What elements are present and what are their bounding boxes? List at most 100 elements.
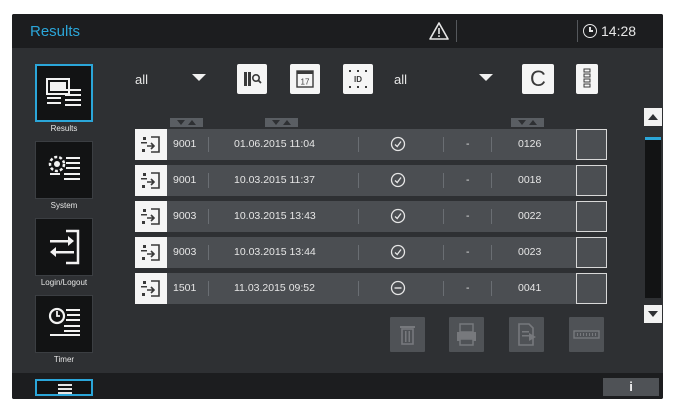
filter-all-label-2[interactable]: all	[394, 72, 407, 87]
column-divider	[358, 173, 359, 188]
menu-button[interactable]	[35, 379, 93, 396]
id-scan-icon: ID	[349, 70, 367, 88]
column-divider	[491, 209, 492, 224]
sort-asc-icon[interactable]	[188, 120, 196, 125]
delete-button[interactable]	[390, 317, 425, 352]
row-select-checkbox[interactable]	[576, 165, 607, 196]
system-button[interactable]	[35, 141, 93, 199]
clock-time: 14:28	[601, 23, 637, 39]
row-datetime: 10.03.2015 11:37	[234, 174, 315, 186]
bottom-bar: i	[12, 373, 663, 399]
results-button[interactable]	[35, 64, 93, 122]
login-logout-button[interactable]	[35, 218, 93, 276]
sidebar-item-results[interactable]: Results	[35, 64, 93, 133]
calendar-day: 17	[301, 78, 310, 87]
sidebar-item-label: System	[50, 201, 78, 210]
system-settings-icon	[48, 155, 80, 180]
svg-text:ID: ID	[354, 75, 362, 84]
table-row[interactable]: 9003 10.03.2015 13:44 - 0023	[135, 237, 607, 268]
table-row[interactable]: 1501 11.03.2015 09:52 - 0041	[135, 273, 607, 304]
barcode-button[interactable]	[569, 317, 604, 352]
column-divider	[491, 173, 492, 188]
sort-date-control[interactable]	[265, 118, 298, 127]
column-divider	[443, 137, 444, 152]
row-detail-icon[interactable]	[135, 237, 167, 268]
sidebar-item-system[interactable]: System	[35, 141, 93, 210]
timer-button[interactable]	[35, 295, 93, 353]
sample-search-icon	[244, 72, 262, 86]
row-datetime: 10.03.2015 13:43	[234, 210, 316, 222]
sort-asc-icon[interactable]	[283, 120, 291, 125]
row-dash: -	[466, 246, 470, 258]
row-number: 0018	[518, 174, 542, 186]
clear-filter-button[interactable]: C	[522, 64, 554, 94]
row-datetime: 10.03.2015 13:44	[234, 246, 316, 258]
chevron-down-icon[interactable]	[192, 74, 206, 81]
row-id: 9003	[173, 246, 197, 258]
column-divider	[491, 281, 492, 296]
chevron-down-icon[interactable]	[479, 74, 493, 81]
sort-asc-icon[interactable]	[529, 120, 537, 125]
row-detail-icon[interactable]	[135, 165, 167, 196]
clock-icon	[583, 24, 597, 38]
delete-icon	[400, 326, 415, 345]
table-row[interactable]: 9001 01.06.2015 11:04 - 0126	[135, 129, 607, 160]
row-select-checkbox[interactable]	[576, 129, 607, 160]
clock: 14:28	[583, 23, 636, 39]
timer-icon	[48, 307, 80, 336]
warning-triangle-icon[interactable]	[429, 22, 449, 40]
sidebar: Results System Login/Logout Timer	[12, 48, 116, 373]
sidebar-item-label: Timer	[53, 355, 75, 364]
row-dash: -	[466, 282, 470, 294]
row-detail-icon[interactable]	[135, 273, 167, 304]
row-detail-icon[interactable]	[135, 201, 167, 232]
sort-number-control[interactable]	[511, 118, 544, 127]
export-button[interactable]	[509, 317, 544, 352]
scrollbar-thumb[interactable]	[645, 137, 661, 140]
results-table: 9001 01.06.2015 11:04 - 0126 9001 10.03.2015 …	[135, 129, 607, 309]
status-ok-icon	[390, 136, 406, 152]
table-row[interactable]: 9003 10.03.2015 13:43 - 0022	[135, 201, 607, 232]
header-divider	[577, 20, 578, 42]
calendar-icon: 17	[296, 70, 314, 88]
row-select-checkbox[interactable]	[576, 201, 607, 232]
page-title: Results	[30, 23, 81, 40]
column-divider	[208, 173, 209, 188]
column-config-icon	[583, 68, 591, 88]
column-config-button[interactable]	[576, 64, 598, 94]
print-button[interactable]	[449, 317, 484, 352]
column-divider	[443, 281, 444, 296]
date-filter-button[interactable]: 17	[290, 64, 320, 94]
id-scan-button[interactable]: ID	[343, 64, 373, 94]
sidebar-item-timer[interactable]: Timer	[35, 295, 93, 364]
row-id: 9001	[173, 138, 197, 150]
sort-desc-icon[interactable]	[177, 120, 185, 125]
sort-desc-icon[interactable]	[518, 120, 526, 125]
sort-desc-icon[interactable]	[272, 120, 280, 125]
table-row[interactable]: 9001 10.03.2015 11:37 - 0018	[135, 165, 607, 196]
device-screen: Results 14:28 Results System Login/Logou…	[12, 14, 663, 399]
sidebar-item-label: Results	[50, 124, 78, 133]
scroll-up-button[interactable]	[644, 108, 662, 126]
row-select-checkbox[interactable]	[576, 273, 607, 304]
sort-id-control[interactable]	[170, 118, 203, 127]
row-detail-icon[interactable]	[135, 129, 167, 160]
column-divider	[208, 209, 209, 224]
filter-all-label[interactable]: all	[135, 72, 148, 87]
sample-search-button[interactable]	[237, 64, 267, 94]
scrollbar-track[interactable]	[645, 137, 661, 298]
results-list-icon	[46, 78, 81, 106]
sidebar-item-login-logout[interactable]: Login/Logout	[35, 218, 93, 287]
status-aborted-icon	[390, 280, 406, 296]
column-divider	[358, 281, 359, 296]
status-ok-icon	[390, 208, 406, 224]
row-datetime: 01.06.2015 11:04	[234, 138, 315, 150]
info-button[interactable]: i	[603, 378, 659, 396]
export-icon	[518, 323, 536, 346]
row-id: 1501	[173, 282, 197, 294]
column-divider	[358, 137, 359, 152]
row-select-checkbox[interactable]	[576, 237, 607, 268]
row-dash: -	[466, 174, 470, 186]
column-divider	[443, 245, 444, 260]
scroll-down-button[interactable]	[644, 305, 662, 323]
